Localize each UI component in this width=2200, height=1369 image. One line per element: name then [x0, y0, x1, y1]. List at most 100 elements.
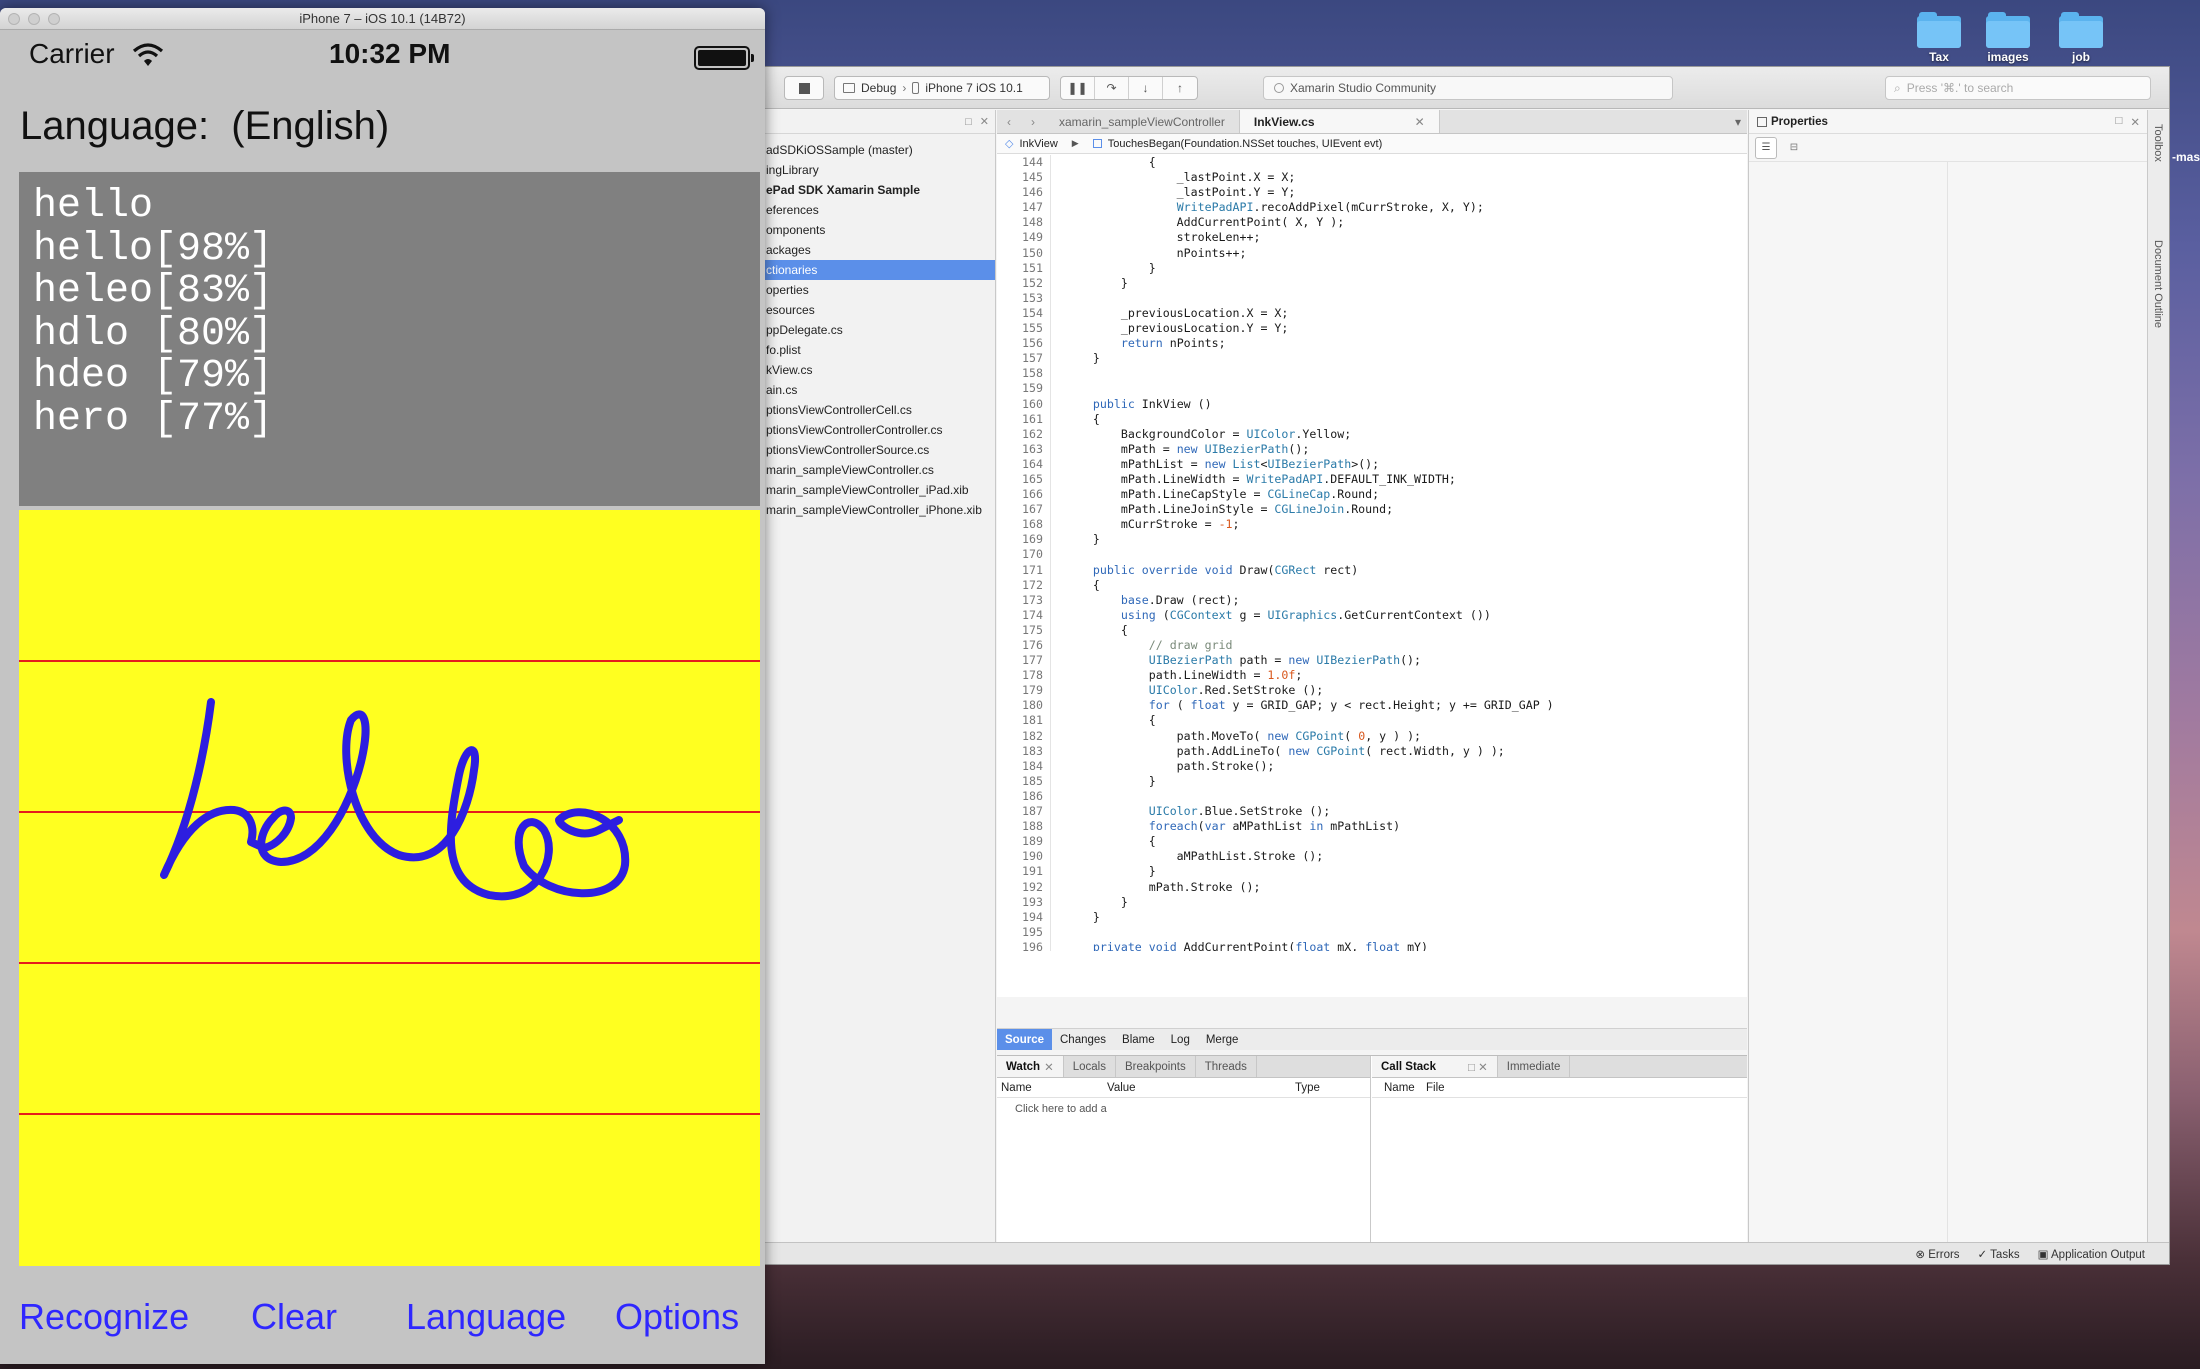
- watch-add-hint[interactable]: Click here to add a: [997, 1098, 1370, 1115]
- minimize-window-button[interactable]: [28, 13, 40, 25]
- close-pad-icon[interactable]: ✕: [1044, 1060, 1054, 1074]
- chevron-right-icon[interactable]: ›: [1031, 115, 1035, 129]
- desktop-folder-images[interactable]: images: [1968, 8, 2048, 64]
- solution-item[interactable]: marin_sampleViewController.cs: [746, 460, 995, 480]
- chevron-left-icon[interactable]: ‹: [1007, 115, 1011, 129]
- solution-item[interactable]: kView.cs: [746, 360, 995, 380]
- code-line: 190 aMPathList.Stroke ();: [997, 849, 1747, 865]
- source-tab-log[interactable]: Log: [1163, 1029, 1198, 1050]
- battery-icon: [694, 46, 750, 70]
- solution-item[interactable]: ePad SDK Xamarin Sample: [746, 180, 995, 200]
- solution-item[interactable]: adSDKiOSSample (master): [746, 140, 995, 160]
- solution-item[interactable]: ptionsViewControllerCell.cs: [746, 400, 995, 420]
- source-tab-changes[interactable]: Changes: [1052, 1029, 1114, 1050]
- code-editor[interactable]: 144 {145 _lastPoint.X = X; 146 _lastPoint…: [997, 155, 1747, 951]
- step-over-button[interactable]: ↷: [1095, 77, 1129, 99]
- code-line: 154 _previousLocation.X = X;: [997, 305, 1747, 322]
- errors-button[interactable]: ⊗ Errors: [1915, 1247, 1959, 1261]
- line-text: {: [1065, 713, 1156, 728]
- pad-tab-threads[interactable]: Threads: [1196, 1056, 1257, 1077]
- pad-tab-watch[interactable]: Watch ✕: [997, 1056, 1064, 1077]
- path-method[interactable]: TouchesBegan(Foundation.NSSet touches, U…: [1108, 138, 1383, 150]
- run-config-selector[interactable]: Debug › iPhone 7 iOS 10.1: [834, 76, 1050, 100]
- zoom-window-button[interactable]: [48, 13, 60, 25]
- pad-tab-immediate[interactable]: Immediate: [1498, 1056, 1571, 1077]
- line-number: 170: [1022, 547, 1043, 562]
- pad-tab-locals[interactable]: Locals: [1064, 1056, 1116, 1077]
- document-tab-bar: ‹ › xamarin_sampleViewController InkView…: [997, 110, 1747, 134]
- status-field: Xamarin Studio Community: [1263, 76, 1673, 100]
- close-pad-icon[interactable]: ✕: [2130, 115, 2140, 129]
- tab-xamarin-sample-view-controller[interactable]: xamarin_sampleViewController: [1045, 110, 1240, 133]
- solution-item[interactable]: ptionsViewControllerSource.cs: [746, 440, 995, 460]
- chevron-right-icon: ›: [902, 81, 907, 95]
- chevron-right-icon: ▶: [1071, 138, 1079, 148]
- path-class[interactable]: InkView: [1019, 138, 1057, 150]
- ide-toolbar: Debug › iPhone 7 iOS 10.1 ❚❚ ↷ ↓ ↑ Xamar…: [746, 67, 2169, 109]
- result-candidate: hello[98%]: [33, 226, 274, 272]
- line-text: UIColor.Blue.SetStroke ();: [1148, 804, 1331, 819]
- debug-pads: Watch ✕ Locals Breakpoints Threads Name Valu…: [997, 1055, 1747, 1244]
- maximize-pad-icon[interactable]: □: [965, 116, 972, 128]
- close-window-button[interactable]: [8, 13, 20, 25]
- list-view-icon[interactable]: ☰: [1755, 136, 1777, 159]
- recognize-button[interactable]: Recognize: [19, 1296, 189, 1338]
- clear-button[interactable]: Clear: [251, 1296, 337, 1338]
- solution-item[interactable]: ppDelegate.cs: [746, 320, 995, 340]
- close-tab-icon[interactable]: ✕: [1415, 115, 1425, 129]
- solution-item[interactable]: ain.cs: [746, 380, 995, 400]
- line-text: private void AddCurrentPoint(float mX, f…: [1092, 939, 1429, 951]
- ios-toolbar: Recognize Clear Language Options: [0, 1266, 765, 1364]
- maximize-pad-icon[interactable]: □: [2115, 115, 2122, 129]
- line-number: 182: [1022, 728, 1043, 743]
- solution-item[interactable]: omponents: [746, 220, 995, 240]
- step-out-button[interactable]: ↑: [1163, 77, 1197, 99]
- solution-item[interactable]: ackages: [746, 240, 995, 260]
- solution-item[interactable]: ingLibrary: [746, 160, 995, 180]
- close-pad-icon[interactable]: ✕: [980, 115, 989, 128]
- search-input[interactable]: ⌕ Press '⌘.' to search: [1885, 76, 2151, 100]
- source-tab-blame[interactable]: Blame: [1114, 1029, 1163, 1050]
- stop-icon: [798, 82, 810, 94]
- solution-item[interactable]: marin_sampleViewController_iPhone.xib: [746, 500, 995, 520]
- document-outline-tab[interactable]: Document Outline: [2152, 240, 2164, 328]
- desktop-folder-tax[interactable]: Tax: [1899, 8, 1979, 64]
- stop-button[interactable]: [784, 76, 824, 100]
- line-text: _lastPoint.X = X;: [1065, 170, 1296, 185]
- pad-tab-call-stack[interactable]: Call Stack □ ✕: [1372, 1056, 1498, 1077]
- pause-button[interactable]: ❚❚: [1061, 77, 1095, 99]
- solution-item[interactable]: ctionaries: [746, 260, 995, 280]
- desktop-edge-text: -mas: [2172, 150, 2200, 164]
- code-line: 162 BackgroundColor = UIColor.Yellow;: [997, 426, 1747, 442]
- solution-tree: adSDKiOSSample (master) ingLibrary ePad SD…: [746, 134, 995, 520]
- grid-view-icon[interactable]: ⊟: [1783, 137, 1805, 159]
- code-line: 185 }: [997, 773, 1747, 789]
- solution-item[interactable]: esources: [746, 300, 995, 320]
- solution-item[interactable]: operties: [746, 280, 995, 300]
- tasks-button[interactable]: ✓ Tasks: [1978, 1247, 2020, 1261]
- line-text: mCurrStroke = -1;: [1065, 517, 1240, 532]
- code-line: 160 public InkView (): [997, 396, 1747, 412]
- desktop-folder-job[interactable]: job: [2041, 8, 2121, 64]
- language-button[interactable]: Language: [406, 1296, 566, 1338]
- solution-item[interactable]: ptionsViewControllerController.cs: [746, 420, 995, 440]
- toolbox-tab[interactable]: Toolbox: [2152, 124, 2164, 162]
- line-text: AddCurrentPoint( X, Y );: [1065, 215, 1345, 230]
- tab-overflow-icon[interactable]: ▾: [1440, 110, 1747, 133]
- code-line: 161 {: [997, 411, 1747, 427]
- source-tab-merge[interactable]: Merge: [1198, 1029, 1247, 1050]
- source-tab-source[interactable]: Source: [997, 1029, 1052, 1050]
- solution-item[interactable]: fo.plist: [746, 340, 995, 360]
- solution-item[interactable]: eferences: [746, 200, 995, 220]
- application-output-button[interactable]: ▣ Application Output: [2038, 1247, 2145, 1261]
- pad-controls-icon[interactable]: □ ✕: [1468, 1060, 1488, 1074]
- ink-view[interactable]: [19, 510, 760, 1266]
- line-number: 148: [1022, 215, 1043, 230]
- step-into-button[interactable]: ↓: [1129, 77, 1163, 99]
- tab-inkview-cs[interactable]: InkView.cs ✕: [1239, 110, 1440, 133]
- code-line: 157 }: [997, 351, 1747, 367]
- solution-item[interactable]: marin_sampleViewController_iPad.xib: [746, 480, 995, 500]
- path-bar: ◇ InkView ▶ TouchesBegan(Foundation.NSSe…: [997, 134, 1747, 154]
- options-button[interactable]: Options: [615, 1296, 739, 1338]
- pad-tab-breakpoints[interactable]: Breakpoints: [1116, 1056, 1196, 1077]
